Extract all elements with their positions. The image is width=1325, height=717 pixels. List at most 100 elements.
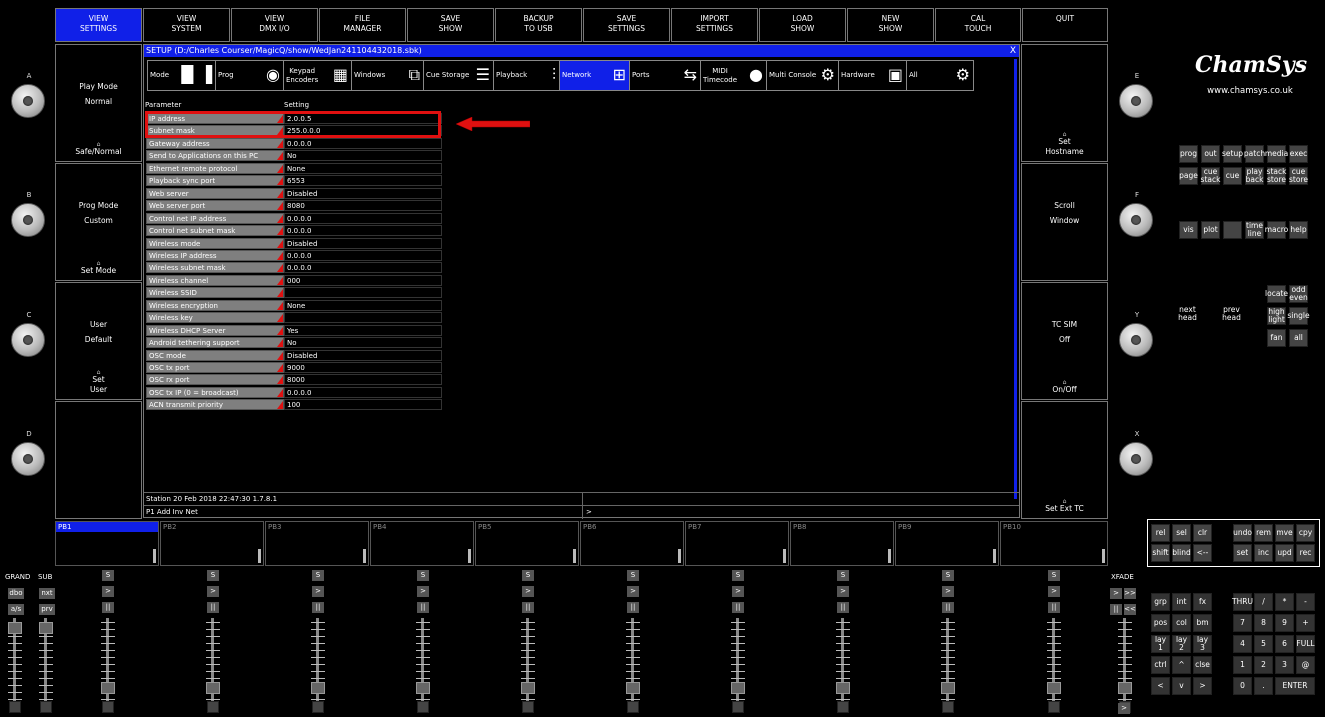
parameter-value[interactable]: 0.0.0.0 [284, 212, 442, 224]
key-media[interactable]: media [1265, 145, 1288, 163]
fader-button[interactable] [522, 701, 534, 713]
key-all[interactable]: all [1289, 329, 1308, 347]
table-row[interactable]: Wireless subnet mask 0.0.0.0 [146, 262, 446, 274]
fader-button[interactable] [207, 701, 219, 713]
table-row[interactable]: Wireless key [146, 312, 446, 324]
tab-mode[interactable]: Mode ▐▌▐ [147, 60, 216, 91]
fader-knob[interactable] [8, 622, 22, 634]
fader-knob[interactable] [311, 682, 325, 694]
key-dbo[interactable]: dbo [8, 588, 24, 599]
key-@[interactable]: @ [1296, 656, 1315, 674]
fader-button[interactable] [417, 701, 429, 713]
table-row[interactable]: Ethernet remote protocol None [146, 162, 446, 174]
key-shift[interactable]: shift [1151, 544, 1170, 562]
pb9-key-0[interactable]: S [942, 570, 954, 581]
command-line[interactable]: P1 Add Inv Net [146, 508, 198, 516]
table-row[interactable]: Wireless DHCP Server Yes [146, 324, 446, 336]
pb2-key-1[interactable]: > [207, 586, 219, 597]
key-cue-stack[interactable]: cue stack [1201, 167, 1220, 185]
parameter-value[interactable]: None [284, 299, 442, 311]
key-full[interactable]: FULL [1296, 635, 1315, 653]
table-row[interactable]: OSC tx port 9000 [146, 362, 446, 373]
key-rem[interactable]: rem [1254, 524, 1273, 542]
key-vis[interactable]: vis [1179, 221, 1198, 239]
encoder-y-icon[interactable] [1119, 323, 1153, 357]
encoder-e-icon[interactable] [1119, 84, 1153, 118]
table-row[interactable]: Control net subnet mask 0.0.0.0 [146, 225, 446, 237]
parameter-value[interactable]: 0.0.0.0 [284, 262, 442, 274]
xfade-key-2[interactable]: || [1110, 604, 1122, 615]
fader-button[interactable] [732, 701, 744, 713]
pb4-key-2[interactable]: || [417, 602, 429, 613]
fader-knob[interactable] [1047, 682, 1061, 694]
key-5[interactable]: 5 [1254, 635, 1273, 653]
key-<[interactable]: < [1151, 677, 1170, 695]
parameter-value[interactable]: Disabled [284, 237, 442, 249]
table-row[interactable]: Wireless mode Disabled [146, 237, 446, 249]
playback-fader-3[interactable] [311, 618, 325, 703]
key-/[interactable]: / [1254, 593, 1273, 611]
pb1-key-2[interactable]: || [102, 602, 114, 613]
table-row[interactable]: Web server port 8080 [146, 200, 446, 212]
key-undo[interactable]: undo [1233, 524, 1252, 542]
key-lay2[interactable]: lay 2 [1172, 635, 1191, 653]
parameter-value[interactable]: 8080 [284, 200, 442, 212]
right-softkey-1[interactable]: ⌂ Set Hostname [1021, 44, 1108, 162]
parameter-value[interactable]: 100 [284, 399, 442, 411]
table-row[interactable]: Gateway address 0.0.0.0 [146, 137, 446, 149]
key-plot[interactable]: plot [1201, 221, 1220, 239]
key-3[interactable]: 3 [1275, 656, 1294, 674]
fader-knob[interactable] [1118, 682, 1132, 694]
key-mve[interactable]: mve [1275, 524, 1294, 542]
top-button-backup-to-usb[interactable]: BACKUP TO USB [495, 8, 582, 42]
key-col[interactable]: col [1172, 614, 1191, 632]
key-rec[interactable]: rec [1296, 544, 1315, 562]
key-v[interactable]: v [1172, 677, 1191, 695]
pb7-key-0[interactable]: S [732, 570, 744, 581]
parameter-value[interactable]: 8000 [284, 374, 442, 386]
left-softkey-1[interactable]: Play Mode Normal ⌂ Safe/Normal [55, 44, 142, 162]
pb8-key-1[interactable]: > [837, 586, 849, 597]
playback-pb4[interactable]: PB4 [370, 521, 474, 566]
table-row[interactable]: Wireless channel 000 [146, 274, 446, 286]
pb6-key-1[interactable]: > [627, 586, 639, 597]
key-9[interactable]: 9 [1275, 614, 1294, 632]
pb4-key-1[interactable]: > [417, 586, 429, 597]
table-row[interactable]: Playback sync port 6553 [146, 175, 446, 187]
top-button-view-system[interactable]: VIEW SYSTEM [143, 8, 230, 42]
playback-pb8[interactable]: PB8 [790, 521, 894, 566]
top-button-view-settings[interactable]: VIEW SETTINGS [55, 8, 142, 42]
pb4-key-0[interactable]: S [417, 570, 429, 581]
key-help[interactable]: help [1289, 221, 1308, 239]
grand-fader[interactable] [8, 618, 22, 703]
tab-multi-console[interactable]: Multi Console ⚙ [766, 60, 839, 91]
pb7-key-1[interactable]: > [732, 586, 744, 597]
key-fx[interactable]: fx [1193, 593, 1212, 611]
playback-fader-5[interactable] [521, 618, 535, 703]
parameter-value[interactable]: No [284, 337, 442, 349]
key-*[interactable]: * [1275, 593, 1294, 611]
fader-button[interactable] [40, 701, 52, 713]
key-locate[interactable]: locate [1265, 285, 1288, 303]
fader-knob[interactable] [836, 682, 850, 694]
key-pos[interactable]: pos [1151, 614, 1170, 632]
table-row[interactable]: OSC tx IP (0 = broadcast) 0.0.0.0 [146, 386, 446, 398]
fader-button[interactable] [837, 701, 849, 713]
key-2[interactable]: 2 [1254, 656, 1273, 674]
tab-midi-timecode[interactable]: MIDI Timecode ● [700, 60, 767, 91]
key-cue[interactable]: cue [1223, 167, 1242, 185]
pb1-key-1[interactable]: > [102, 586, 114, 597]
parameter-value[interactable]: Disabled [284, 349, 442, 361]
key-clr[interactable]: clr [1193, 524, 1212, 542]
top-button-quit[interactable]: QUIT [1022, 8, 1108, 42]
key-high-light[interactable]: high light [1267, 307, 1286, 325]
key-prev-head[interactable]: prev head [1222, 305, 1241, 323]
key-int[interactable]: int [1172, 593, 1191, 611]
parameter-value[interactable]: 0.0.0.0 [284, 137, 442, 149]
left-softkey-3[interactable]: User Default ⌂ Set User [55, 282, 142, 400]
pb7-key-2[interactable]: || [732, 602, 744, 613]
top-button-file-manager[interactable]: FILE MANAGER [319, 8, 406, 42]
key-next-head[interactable]: next head [1178, 305, 1197, 323]
key-macro[interactable]: macro [1265, 221, 1288, 239]
playback-fader-4[interactable] [416, 618, 430, 703]
